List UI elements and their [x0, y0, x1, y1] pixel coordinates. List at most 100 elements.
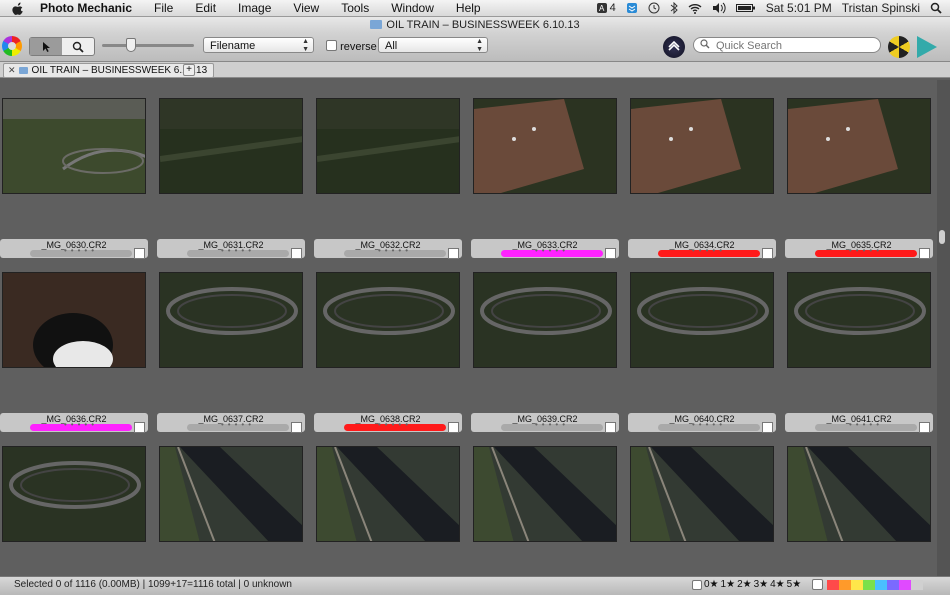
- star-1[interactable]: 1★: [721, 578, 736, 592]
- color-class-swatch[interactable]: [899, 579, 911, 590]
- color-class-swatch[interactable]: [875, 579, 887, 590]
- star-2[interactable]: 2★: [737, 578, 752, 592]
- rating-bar[interactable]: •••••: [30, 420, 132, 431]
- vertical-scrollbar[interactable]: [937, 80, 950, 576]
- arrow-tool-icon[interactable]: [30, 38, 62, 55]
- rating-bar[interactable]: •••••: [658, 420, 760, 431]
- bluetooth-icon[interactable]: [670, 1, 678, 15]
- tag-checkbox[interactable]: [762, 422, 773, 433]
- tag-checkbox[interactable]: [291, 422, 302, 433]
- photo-thumbnail[interactable]: [630, 446, 774, 542]
- star-0[interactable]: 0★: [704, 578, 719, 592]
- color-class-swatch[interactable]: [827, 579, 839, 590]
- rating-dots[interactable]: •••••: [501, 420, 603, 429]
- app-logo-icon[interactable]: [2, 36, 22, 56]
- tag-checkbox[interactable]: [762, 248, 773, 259]
- volume-icon[interactable]: [712, 1, 726, 15]
- quick-search[interactable]: [693, 37, 881, 53]
- tag-checkbox[interactable]: [605, 248, 616, 259]
- color-class-swatch[interactable]: [839, 579, 851, 590]
- spotlight-icon[interactable]: [930, 1, 942, 15]
- photo-thumbnail[interactable]: [2, 98, 146, 194]
- rating-dots[interactable]: •••••: [344, 420, 446, 429]
- rating-bar[interactable]: •••••: [815, 420, 917, 431]
- wifi-icon[interactable]: [688, 1, 702, 15]
- photo-thumbnail[interactable]: [2, 272, 146, 368]
- menu-view[interactable]: View: [293, 1, 319, 15]
- menu-file[interactable]: File: [154, 1, 173, 15]
- rating-dots[interactable]: •••••: [501, 246, 603, 255]
- battery-icon[interactable]: [735, 1, 756, 15]
- star-3[interactable]: 3★: [754, 578, 769, 592]
- rating-dots[interactable]: •••••: [815, 420, 917, 429]
- photo-thumbnail[interactable]: [159, 272, 303, 368]
- photo-thumbnail[interactable]: [316, 98, 460, 194]
- rating-bar[interactable]: •••••: [658, 246, 760, 257]
- photo-thumbnail[interactable]: [473, 446, 617, 542]
- rating-dots[interactable]: •••••: [344, 246, 446, 255]
- menu-window[interactable]: Window: [391, 1, 434, 15]
- photo-thumbnail[interactable]: [787, 98, 931, 194]
- close-tab-icon[interactable]: ✕: [8, 64, 16, 77]
- color-class-swatch[interactable]: [911, 579, 923, 590]
- rating-dots[interactable]: •••••: [30, 246, 132, 255]
- star-5[interactable]: 5★: [787, 578, 802, 592]
- search-input[interactable]: [714, 39, 878, 53]
- time-machine-icon[interactable]: [648, 1, 660, 15]
- menu-help[interactable]: Help: [456, 1, 481, 15]
- rating-bar[interactable]: •••••: [815, 246, 917, 257]
- photo-thumbnail[interactable]: [473, 98, 617, 194]
- radiation-icon[interactable]: [888, 36, 910, 58]
- photo-thumbnail[interactable]: [159, 98, 303, 194]
- slideshow-play-icon[interactable]: [917, 36, 937, 58]
- slider-knob[interactable]: [126, 38, 136, 52]
- tag-checkbox[interactable]: [134, 248, 145, 259]
- menu-app-name[interactable]: Photo Mechanic: [40, 1, 132, 15]
- tag-checkbox[interactable]: [448, 422, 459, 433]
- color-filter-checkbox[interactable]: [812, 579, 823, 590]
- rating-bar[interactable]: •••••: [344, 246, 446, 257]
- photo-thumbnail[interactable]: [787, 446, 931, 542]
- color-class-swatch[interactable]: [863, 579, 875, 590]
- tag-checkbox[interactable]: [919, 248, 930, 259]
- sort-select[interactable]: Filename ▲ ▼: [203, 37, 314, 53]
- rating-dots[interactable]: •••••: [30, 420, 132, 429]
- tag-checkbox[interactable]: [919, 422, 930, 433]
- zoom-tool-icon[interactable]: [62, 38, 94, 55]
- thumbnail-size-slider[interactable]: [102, 44, 194, 47]
- photo-thumbnail[interactable]: [2, 446, 146, 542]
- photo-thumbnail[interactable]: [316, 446, 460, 542]
- rating-bar[interactable]: •••••: [501, 420, 603, 431]
- photo-thumbnail[interactable]: [473, 272, 617, 368]
- scroll-thumb[interactable]: [939, 230, 945, 244]
- photo-thumbnail[interactable]: [159, 446, 303, 542]
- color-class-swatch[interactable]: [887, 579, 899, 590]
- menu-image[interactable]: Image: [238, 1, 271, 15]
- color-class-swatch[interactable]: [851, 579, 863, 590]
- tag-checkbox[interactable]: [134, 422, 145, 433]
- tag-checkbox[interactable]: [291, 248, 302, 259]
- photo-thumbnail[interactable]: [316, 272, 460, 368]
- user-name[interactable]: Tristan Spinski: [842, 1, 920, 15]
- rating-bar[interactable]: •••••: [187, 246, 289, 257]
- rating-bar[interactable]: •••••: [344, 420, 446, 431]
- dropbox-icon[interactable]: [626, 1, 638, 15]
- rating-dots[interactable]: •••••: [187, 420, 289, 429]
- rating-bar[interactable]: •••••: [501, 246, 603, 257]
- adobe-icon[interactable]: A 4: [596, 1, 616, 15]
- reverse-toggle[interactable]: reverse: [326, 40, 377, 53]
- clock[interactable]: Sat 5:01 PM: [766, 1, 832, 15]
- menu-tools[interactable]: Tools: [341, 1, 369, 15]
- rating-dots[interactable]: •••••: [658, 420, 760, 429]
- navigate-up-button[interactable]: [663, 36, 685, 58]
- star-4[interactable]: 4★: [770, 578, 785, 592]
- rating-dots[interactable]: •••••: [187, 246, 289, 255]
- apple-menu-icon[interactable]: [10, 0, 26, 16]
- menu-edit[interactable]: Edit: [195, 1, 216, 15]
- photo-thumbnail[interactable]: [630, 272, 774, 368]
- rating-bar[interactable]: •••••: [187, 420, 289, 431]
- add-tab-button[interactable]: +: [183, 64, 195, 76]
- photo-thumbnail[interactable]: [630, 98, 774, 194]
- tag-checkbox[interactable]: [605, 422, 616, 433]
- tag-checkbox[interactable]: [448, 248, 459, 259]
